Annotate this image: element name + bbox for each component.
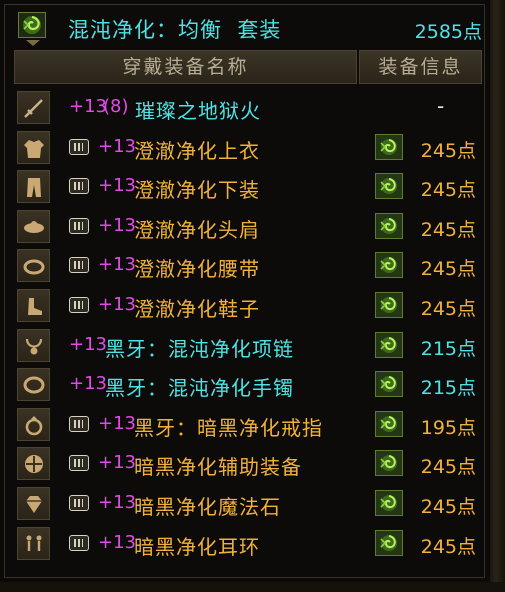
background-edge-bottom <box>0 582 505 592</box>
item-points: 215点 <box>420 337 476 360</box>
equipment-row[interactable]: +13 澄澈净化腰带 245点 <box>14 246 484 286</box>
growth-badge-icon <box>69 257 89 274</box>
growth-badge-icon <box>69 415 89 432</box>
enhance-level: +13 <box>98 531 136 553</box>
growth-badge-icon <box>69 534 89 551</box>
green-swirl-gem-icon[interactable] <box>375 450 403 477</box>
green-swirl-gem-icon[interactable] <box>18 12 46 38</box>
shoulder-icon[interactable] <box>17 209 50 243</box>
bracelet-icon[interactable] <box>17 368 50 402</box>
item-points: 245点 <box>420 297 476 320</box>
growth-badge-icon <box>69 494 89 511</box>
growth-badge-icon <box>69 178 89 195</box>
enhance-level: +13 <box>69 333 107 355</box>
equipment-row[interactable]: +13 暗黑净化辅助装备 245点 <box>14 444 484 484</box>
item-points: 245点 <box>420 218 476 241</box>
item-points: 195点 <box>420 416 476 439</box>
item-points: 245点 <box>420 179 476 202</box>
item-points: 215点 <box>420 377 476 400</box>
necklace-icon[interactable] <box>17 328 50 362</box>
column-header-info: 装备信息 <box>359 50 482 84</box>
green-swirl-gem-icon[interactable] <box>375 371 403 398</box>
item-name[interactable]: 暗黑净化辅助装备 <box>134 451 302 480</box>
growth-badge-icon <box>69 296 89 313</box>
item-name[interactable]: 黑牙：暗黑净化戒指 <box>134 412 323 441</box>
equipment-row[interactable]: +13 (8) 璀璨之地狱火 - <box>14 88 484 128</box>
item-name[interactable]: 澄澈净化头肩 <box>134 214 260 243</box>
item-points: 245点 <box>420 495 476 518</box>
green-swirl-gem-icon[interactable] <box>375 133 403 160</box>
set-total-points: 2585点 <box>414 21 482 43</box>
item-points: 245点 <box>420 258 476 281</box>
earring-icon[interactable] <box>17 526 50 560</box>
support-equipment-icon[interactable] <box>17 447 50 481</box>
chevron-down-icon[interactable] <box>26 40 40 46</box>
top-armor-icon[interactable] <box>17 130 50 164</box>
item-name[interactable]: 璀璨之地狱火 <box>135 95 261 124</box>
green-swirl-gem-icon[interactable] <box>375 489 403 516</box>
background-edge-right <box>490 0 505 592</box>
enhance-level: +13 <box>98 135 136 157</box>
enhance-level: +13 <box>98 214 136 236</box>
equipment-row[interactable]: +13 澄澈净化下装 245点 <box>14 167 484 207</box>
growth-badge-icon <box>69 138 89 155</box>
enhance-extra: (8) <box>103 96 129 117</box>
item-name[interactable]: 澄澈净化鞋子 <box>134 293 260 322</box>
green-swirl-gem-icon[interactable] <box>375 410 403 437</box>
equipment-row[interactable]: +13 黑牙：混沌净化项链 215点 <box>14 326 484 366</box>
item-name[interactable]: 澄澈净化下装 <box>134 174 260 203</box>
green-swirl-gem-icon[interactable] <box>375 173 403 200</box>
green-swirl-gem-icon[interactable] <box>375 529 403 556</box>
enhance-level: +13 <box>98 293 136 315</box>
green-swirl-gem-icon[interactable] <box>375 212 403 239</box>
enhance-level: +13 <box>98 175 136 197</box>
equipment-row[interactable]: +13 黑牙：混沌净化手镯 215点 <box>14 365 484 405</box>
item-name[interactable]: 澄澈净化腰带 <box>134 253 260 282</box>
item-name[interactable]: 澄澈净化上衣 <box>134 135 260 164</box>
green-swirl-gem-icon[interactable] <box>375 252 403 279</box>
green-swirl-gem-icon[interactable] <box>375 331 403 358</box>
equipment-row[interactable]: +13 澄澈净化头肩 245点 <box>14 207 484 247</box>
enhance-level: +13 <box>98 412 136 434</box>
equipment-row[interactable]: +13 澄澈净化上衣 245点 <box>14 128 484 168</box>
item-name[interactable]: 暗黑净化魔法石 <box>134 491 281 520</box>
belt-icon[interactable] <box>17 249 50 283</box>
enhance-level: +13 <box>98 254 136 276</box>
growth-badge-icon <box>69 217 89 234</box>
green-swirl-gem-icon[interactable] <box>375 291 403 318</box>
item-name[interactable]: 黑牙：混沌净化手镯 <box>105 372 294 401</box>
enhance-level: +13 <box>69 373 107 395</box>
column-header-name: 穿戴装备名称 <box>14 50 357 84</box>
item-points: 245点 <box>420 456 476 479</box>
shoes-icon[interactable] <box>17 288 50 322</box>
magic-stone-icon[interactable] <box>17 486 50 520</box>
item-name[interactable]: 黑牙：混沌净化项链 <box>105 333 294 362</box>
enhance-level: +13 <box>69 96 107 117</box>
equipment-row[interactable]: +13 暗黑净化魔法石 245点 <box>14 484 484 524</box>
enhance-level: +13 <box>98 452 136 474</box>
pants-icon[interactable] <box>17 170 50 204</box>
growth-badge-icon <box>69 455 89 472</box>
equipment-list: +13 (8) 璀璨之地狱火 - +13 澄澈净化上衣 245点 +13 澄澈净化下装 245点 +… <box>14 88 484 563</box>
item-points: 245点 <box>420 139 476 162</box>
enhance-level: +13 <box>98 491 136 513</box>
equipment-row[interactable]: +13 澄澈净化鞋子 245点 <box>14 286 484 326</box>
item-points: - <box>437 94 445 118</box>
weapon-icon[interactable] <box>17 91 50 124</box>
set-title-bar: 混沌净化：均衡 套装 2585点 <box>14 8 482 48</box>
item-name[interactable]: 暗黑净化耳环 <box>134 531 260 560</box>
equipment-row[interactable]: +13 暗黑净化耳环 245点 <box>14 524 484 564</box>
equipment-row[interactable]: +13 黑牙：暗黑净化戒指 195点 <box>14 405 484 445</box>
ring-icon[interactable] <box>17 407 50 441</box>
item-points: 245点 <box>420 535 476 558</box>
set-title: 混沌净化：均衡 套装 <box>68 18 282 42</box>
